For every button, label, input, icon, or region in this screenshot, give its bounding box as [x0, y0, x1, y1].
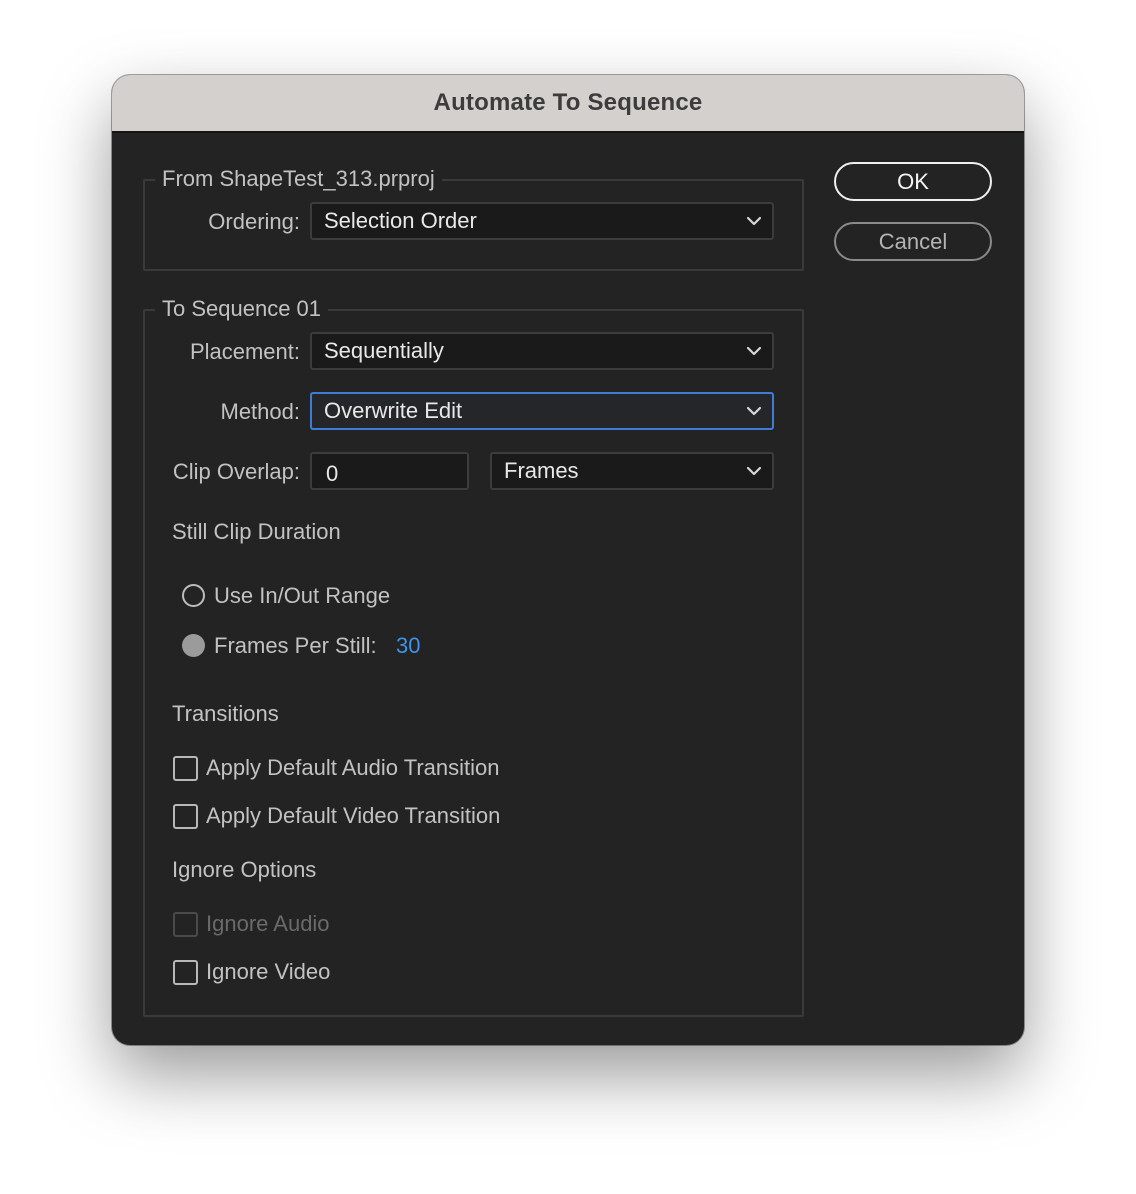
chevron-down-icon — [746, 346, 762, 356]
automate-to-sequence-dialog: Automate To Sequence OK Cancel From Shap… — [112, 75, 1024, 1045]
to-sequence-legend: To Sequence 01 — [155, 294, 329, 324]
from-project-legend: From ShapeTest_313.prproj — [155, 164, 442, 194]
clip-overlap-unit-value: Frames — [504, 458, 579, 483]
clip-overlap-label: Clip Overlap: — [172, 459, 300, 484]
method-label: Method: — [220, 399, 301, 424]
ok-button-label: OK — [897, 168, 929, 194]
chevron-down-icon — [746, 216, 762, 226]
ignore-video-checkbox[interactable] — [173, 960, 198, 985]
use-in-out-range-radio[interactable] — [182, 584, 205, 607]
apply-audio-transition-checkbox[interactable] — [173, 756, 198, 781]
ignore-options-heading: Ignore Options — [172, 857, 317, 882]
clip-overlap-input[interactable]: 0 — [310, 452, 469, 490]
placement-dropdown[interactable]: Sequentially — [310, 332, 774, 370]
ignore-audio-label: Ignore Audio — [206, 911, 330, 936]
ignore-audio-checkbox — [173, 912, 198, 937]
transitions-heading: Transitions — [172, 701, 279, 726]
use-in-out-range-label[interactable]: Use In/Out Range — [214, 581, 390, 611]
chevron-down-icon — [746, 466, 762, 476]
apply-audio-transition-label[interactable]: Apply Default Audio Transition — [206, 753, 500, 783]
cancel-button[interactable]: Cancel — [834, 222, 992, 261]
clip-overlap-value: 0 — [326, 461, 339, 486]
title-bar: Automate To Sequence — [112, 75, 1024, 133]
ordering-label: Ordering: — [208, 209, 300, 234]
frames-per-still-label[interactable]: Frames Per Still: — [214, 631, 377, 661]
clip-overlap-unit-dropdown[interactable]: Frames — [490, 452, 774, 490]
chevron-down-icon — [746, 406, 762, 416]
apply-video-transition-checkbox[interactable] — [173, 804, 198, 829]
dialog-title: Automate To Sequence — [433, 89, 703, 116]
ordering-dropdown[interactable]: Selection Order — [310, 202, 774, 240]
frames-per-still-value[interactable]: 30 — [396, 631, 420, 661]
ok-button[interactable]: OK — [834, 162, 992, 201]
method-value: Overwrite Edit — [324, 398, 463, 423]
ordering-value: Selection Order — [324, 208, 477, 233]
still-clip-duration-heading: Still Clip Duration — [172, 519, 341, 544]
ignore-video-label[interactable]: Ignore Video — [206, 957, 330, 987]
apply-video-transition-label[interactable]: Apply Default Video Transition — [206, 801, 500, 831]
cancel-button-label: Cancel — [878, 228, 948, 254]
placement-value: Sequentially — [324, 338, 444, 363]
frames-per-still-radio[interactable] — [182, 634, 205, 657]
method-dropdown[interactable]: Overwrite Edit — [310, 392, 774, 430]
placement-label: Placement: — [189, 339, 300, 364]
